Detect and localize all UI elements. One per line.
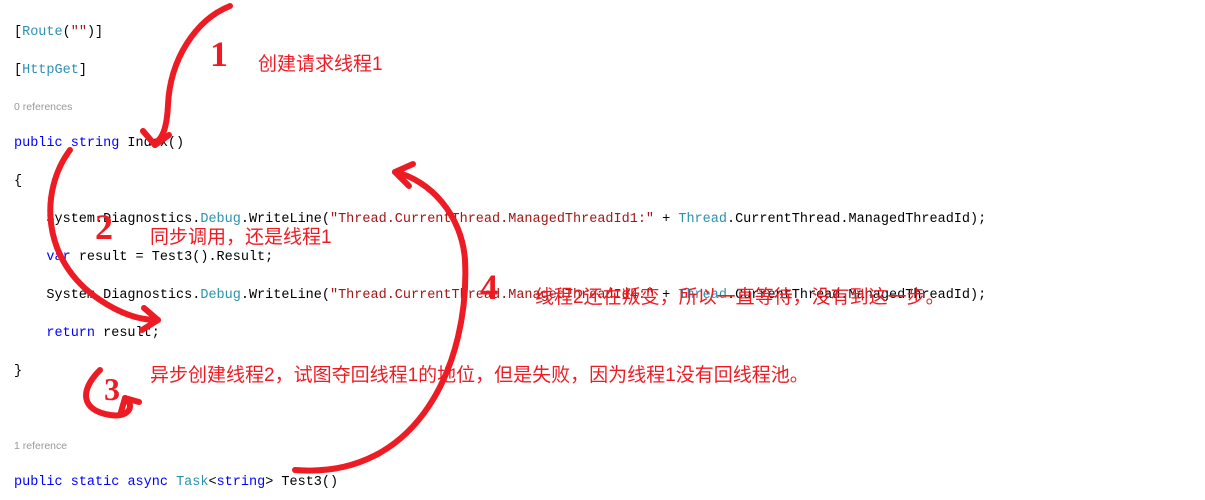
code-editor: [Route("")] [HttpGet] 0 references publi…: [0, 0, 1205, 500]
codelens-references[interactable]: 0 references: [14, 100, 1205, 114]
code-line: System.Diagnostics.Debug.WriteLine("Thre…: [14, 286, 1205, 305]
code-line: }: [14, 362, 1205, 381]
codelens-references[interactable]: 1 reference: [14, 439, 1205, 453]
code-line: public string Index(): [14, 134, 1205, 153]
code-line: {: [14, 172, 1205, 191]
code-line: return result;: [14, 324, 1205, 343]
code-line: [Route("")]: [14, 23, 1205, 42]
code-line: var result = Test3().Result;: [14, 248, 1205, 267]
code-line: [14, 400, 1205, 419]
code-line: [HttpGet]: [14, 61, 1205, 80]
code-line: System.Diagnostics.Debug.WriteLine("Thre…: [14, 210, 1205, 229]
code-line: public static async Task<string> Test3(): [14, 473, 1205, 492]
